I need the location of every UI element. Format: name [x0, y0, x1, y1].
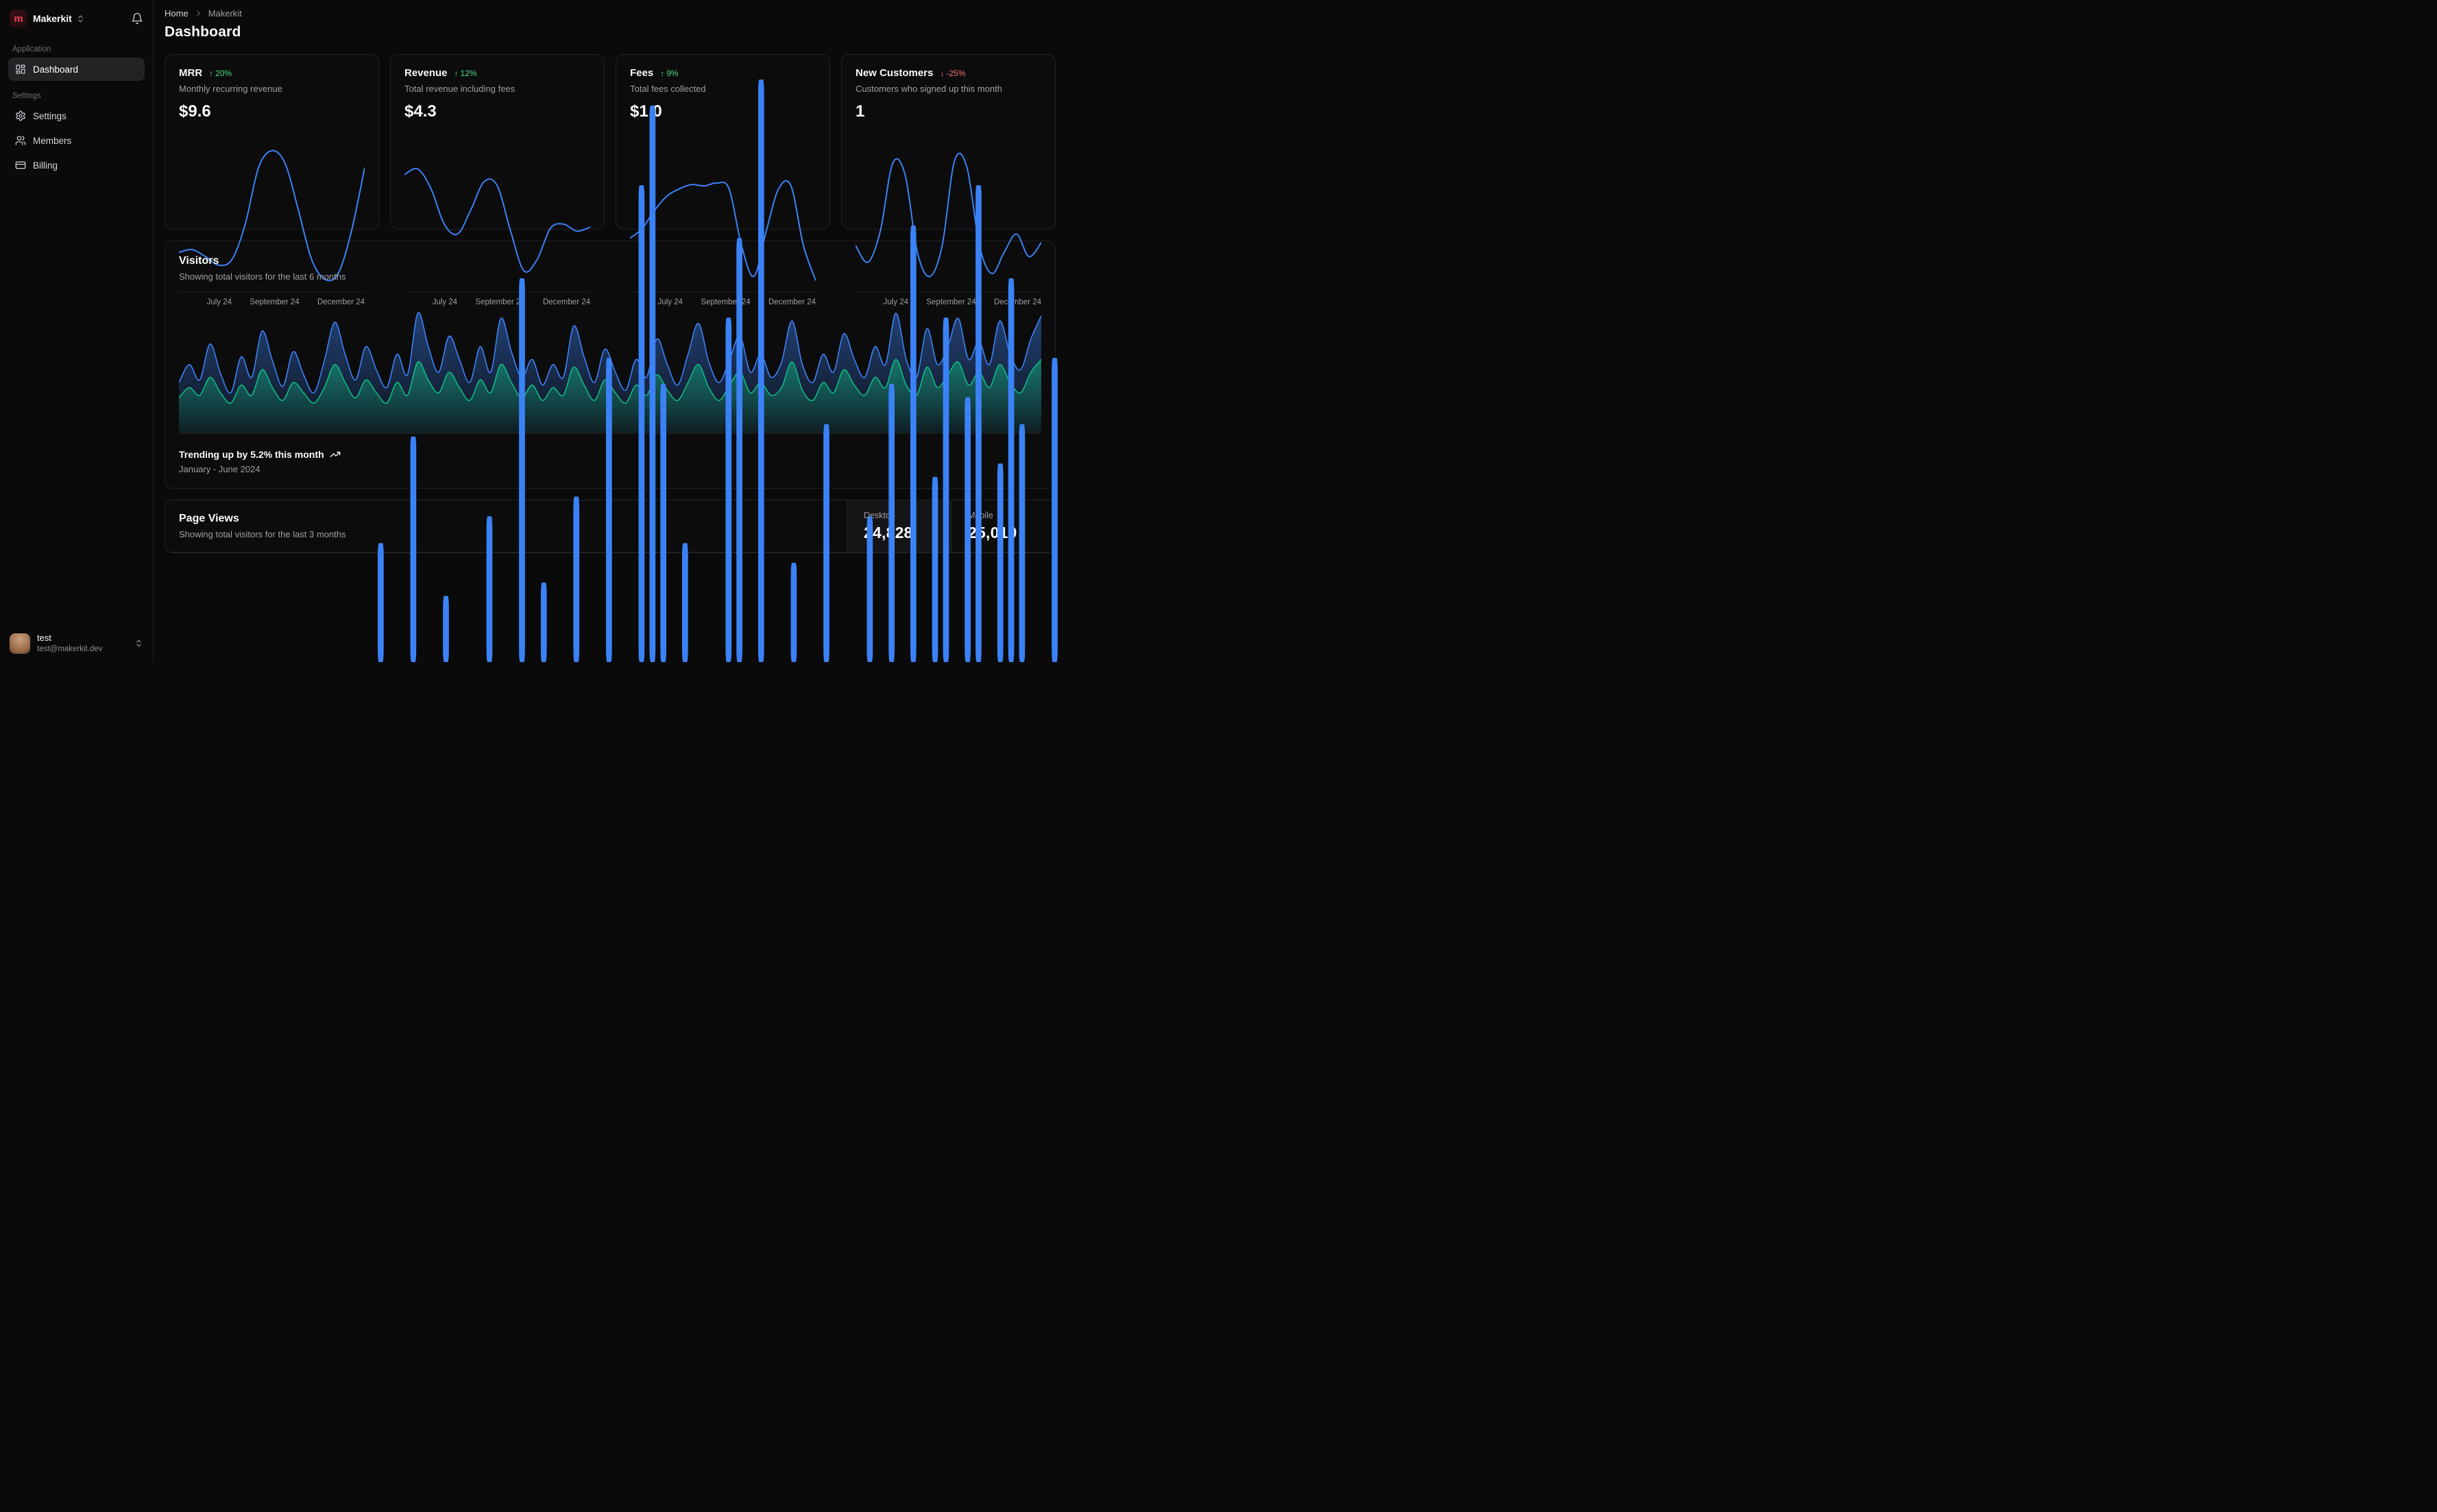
- sidebar-item-label: Settings: [33, 110, 66, 121]
- trend-arrow-icon: ↑: [209, 68, 214, 78]
- axis-label: July 24: [206, 298, 232, 307]
- workspace-selector[interactable]: Makerkit: [33, 13, 85, 24]
- chevron-right-icon: [197, 10, 200, 16]
- sidebar-item-billing[interactable]: Billing: [8, 154, 145, 177]
- axis-label: September 24: [250, 298, 300, 307]
- credit-card-icon: [15, 161, 26, 169]
- nav-section-application: Application: [12, 45, 51, 53]
- stat-title: MRR: [179, 67, 203, 79]
- user-menu[interactable]: test test@makerkit.dev: [0, 624, 153, 662]
- app-logo: m: [10, 10, 27, 27]
- notifications-button[interactable]: [131, 12, 143, 25]
- sidebar-item-label: Billing: [33, 160, 58, 171]
- sidebar-item-members[interactable]: Members: [8, 129, 145, 152]
- sidebar-nav: Application Dashboard Settings Settings …: [0, 34, 153, 624]
- app-root: m Makerkit Application Dashboard Setting…: [0, 0, 1067, 662]
- main-content: Home Makerkit Dashboard MRR ↑ 20% Monthly…: [154, 0, 1067, 662]
- trend-delta: 20%: [215, 68, 232, 78]
- avatar: [10, 633, 30, 654]
- nav-section-settings: Settings: [12, 92, 41, 100]
- chevrons-up-down-icon: [78, 15, 83, 22]
- user-meta: test test@makerkit.dev: [37, 633, 102, 654]
- breadcrumb-home[interactable]: Home: [165, 8, 189, 19]
- user-email: test@makerkit.dev: [37, 644, 103, 653]
- sidebar-header: m Makerkit: [0, 0, 153, 34]
- visitors-trend-text: Trending up by 5.2% this month: [179, 449, 324, 461]
- sidebar: m Makerkit Application Dashboard Setting…: [0, 0, 154, 662]
- dashboard-grid-icon: [16, 64, 25, 74]
- users-icon: [15, 136, 26, 145]
- app-logo-letter: m: [14, 12, 23, 25]
- trend-badge: ↑ 20%: [209, 69, 232, 78]
- sidebar-item-label: Dashboard: [33, 64, 79, 75]
- gear-icon: [16, 110, 25, 121]
- chevrons-up-down-icon: [136, 639, 141, 647]
- breadcrumb-current: Makerkit: [208, 8, 242, 19]
- workspace-name: Makerkit: [33, 13, 72, 24]
- sidebar-item-label: Members: [33, 135, 72, 146]
- sidebar-item-dashboard[interactable]: Dashboard: [8, 58, 145, 81]
- bell-icon: [132, 12, 143, 25]
- page-views-bar-chart: [332, 0, 1067, 662]
- user-name: test: [37, 633, 51, 644]
- sidebar-item-settings[interactable]: Settings: [8, 104, 145, 127]
